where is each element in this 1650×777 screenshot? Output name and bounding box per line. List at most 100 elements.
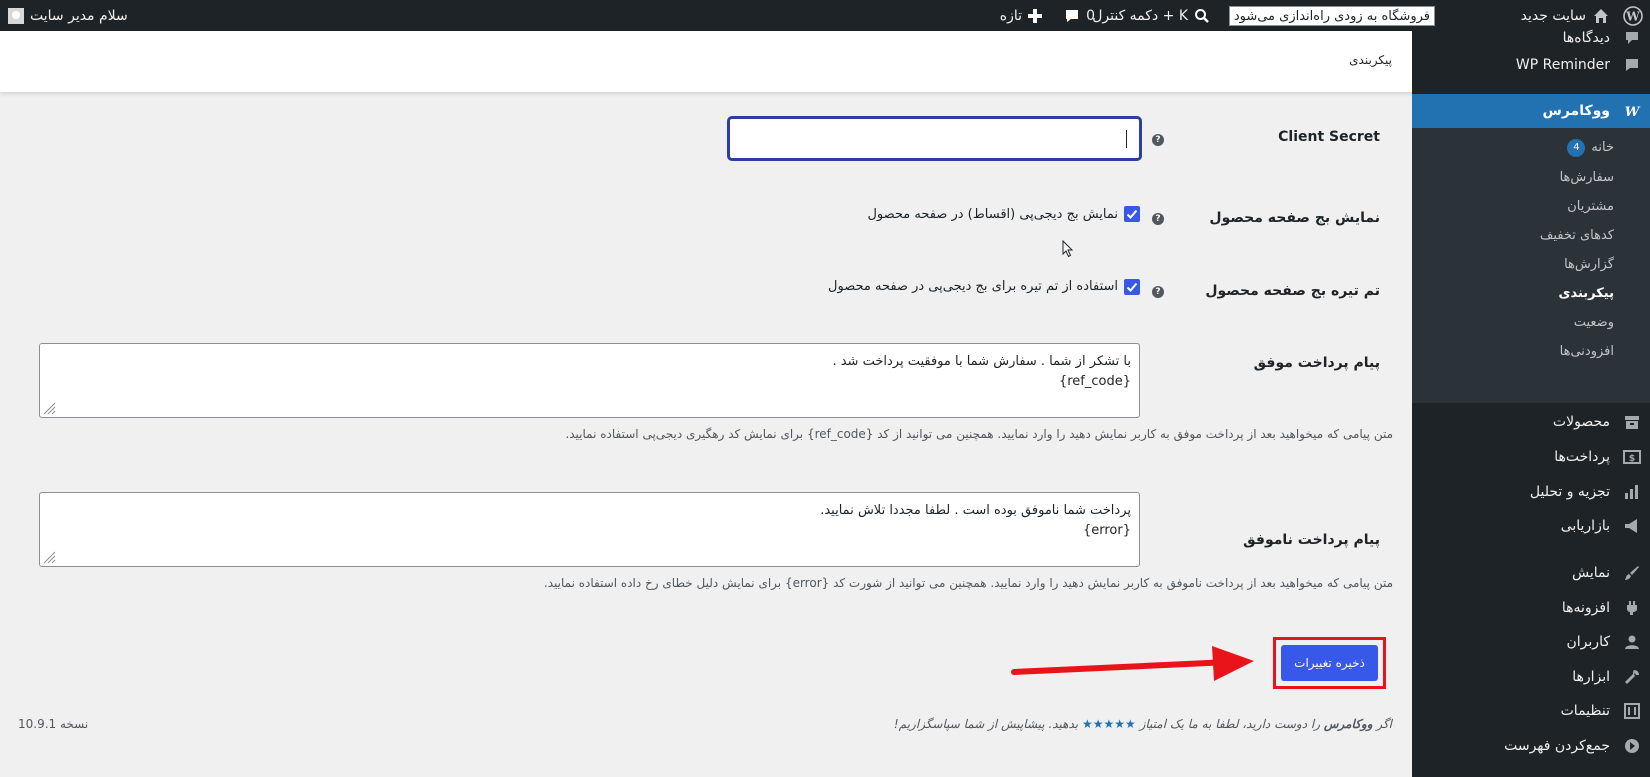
text-caret (1126, 130, 1127, 148)
submenu-extensions-label: افزودنی‌ها (1559, 344, 1614, 359)
sidebar-item-tools[interactable]: ابزارها (1412, 660, 1650, 694)
submenu-extensions[interactable]: افزودنی‌ها (1412, 337, 1650, 366)
submenu-orders[interactable]: سفارش‌ها (1412, 163, 1650, 192)
submenu-coupons[interactable]: کدهای تخفیف (1412, 221, 1650, 250)
my-account-link[interactable]: سلام مدیر سایت (8, 0, 128, 31)
sidebar-item-plugins[interactable]: افزونه‌ها (1412, 591, 1650, 625)
submenu-coupons-label: کدهای تخفیف (1539, 228, 1614, 243)
sidebar-item-products[interactable]: محصولات (1412, 405, 1650, 439)
submenu-customers-label: مشتریان (1567, 199, 1614, 214)
sidebar-item-settings[interactable]: تنظیمات (1412, 694, 1650, 728)
sidebar-item-analytics[interactable]: تجزیه و تحلیل (1412, 475, 1650, 509)
new-label: تازه (999, 7, 1022, 24)
reminder-icon (1614, 57, 1650, 73)
sidebar-label-collapse: جمع‌کردن فهرست (1504, 738, 1610, 754)
success-message-label: پیام پرداخت موفق (1253, 355, 1380, 371)
submenu-settings-label: پیکربندی (1558, 286, 1614, 301)
sidebar-item-payments[interactable]: $ پرداخت‌ها (1412, 440, 1650, 474)
check-icon (1126, 282, 1138, 292)
sidebar-item-users[interactable]: کاربران (1412, 625, 1650, 659)
sidebar-item-collapse[interactable]: جمع‌کردن فهرست (1412, 729, 1650, 763)
woocommerce-icon: W (1614, 104, 1650, 118)
collapse-icon (1614, 738, 1650, 754)
sidebar-label-products: محصولات (1552, 414, 1610, 430)
coming-soon-text: فروشگاه به زودی راه‌اندازی می‌شود (1228, 5, 1435, 26)
avatar (8, 7, 24, 24)
sidebar-label-marketing: بازاریابی (1560, 518, 1610, 534)
sidebar-label-users: کاربران (1566, 634, 1610, 650)
fail-message-line-1: پرداخت شما ناموفق بوده است . لطفا مجددا … (820, 503, 1131, 518)
save-button[interactable]: ذخیره تغییرات (1281, 645, 1378, 681)
dark-theme-checkbox-text: استفاده از تم تیره برای بج دیجی‌پی در صف… (828, 279, 1118, 294)
sidebar-label-analytics: تجزیه و تحلیل (1529, 484, 1610, 500)
wrench-icon (1614, 669, 1650, 685)
paintbrush-icon (1614, 565, 1650, 581)
new-content-link[interactable]: تازه (1000, 0, 1042, 31)
footer-rating-suffix: بدهید. پیشاپیش از شما سپاسگزاریم! (893, 717, 1079, 731)
money-icon: $ (1614, 449, 1650, 465)
sidebar-item-woocommerce[interactable]: W ووکامرس (1404, 94, 1650, 128)
comments-menu-icon (1614, 30, 1650, 46)
rating-stars-link[interactable]: ★★★★★ (1082, 717, 1136, 731)
footer-rating-mid: را دوست دارید، لطفا به ما یک امتیاز (1139, 717, 1321, 731)
greeting-text: سلام مدیر سایت (30, 7, 128, 24)
fail-message-textarea[interactable]: پرداخت شما ناموفق بوده است . لطفا مجددا … (39, 492, 1140, 567)
help-icon[interactable]: ? (1152, 286, 1164, 298)
success-message-textarea[interactable]: با تشکر از شما . سفارش شما با موفقیت پرد… (39, 343, 1140, 418)
sidebar-label-plugins: افزونه‌ها (1561, 600, 1610, 616)
badge-checkbox[interactable] (1124, 206, 1140, 222)
admin-sidebar: دیدگاه‌ها WP Reminder W ووکامرس خانه 4 س… (1404, 30, 1650, 777)
sidebar-label-tools: ابزارها (1572, 669, 1610, 685)
sidebar-label-settings: تنظیمات (1560, 703, 1610, 719)
footer-brand: ووکامرس (1323, 717, 1373, 731)
user-icon (1614, 634, 1650, 650)
comment-icon (1064, 8, 1080, 24)
sidebar-item-appearance[interactable]: نمایش (1412, 556, 1650, 590)
admin-bar: W سایت جدید فروشگاه به زودی راه‌اندازی م… (0, 0, 1650, 31)
page-header: پیکربندی (0, 31, 1412, 92)
sidebar-label-comments: دیدگاه‌ها (1562, 30, 1610, 46)
footer-version: نسخه 10.9.1 (18, 717, 89, 731)
command-palette-button[interactable]: دکمه کنترل + K (1092, 0, 1210, 31)
sidebar-label-appearance: نمایش (1571, 565, 1610, 581)
sidebar-item-wp-reminder[interactable]: WP Reminder (1412, 48, 1650, 82)
sidebar-item-marketing[interactable]: بازاریابی (1412, 509, 1650, 543)
submenu-reports-label: گزارش‌ها (1564, 257, 1614, 272)
sidebar-label-wp-reminder: WP Reminder (1515, 57, 1610, 73)
badge-checkbox-text: نمایش بج دیجی‌پی (اقساط) در صفحه محصول (867, 207, 1118, 222)
sidebar-label-payments: پرداخت‌ها (1554, 449, 1610, 465)
fail-message-line-2: {error} (1082, 523, 1131, 538)
submenu-reports[interactable]: گزارش‌ها (1412, 250, 1650, 279)
fail-message-label: پیام پرداخت ناموفق (1243, 532, 1380, 548)
success-message-line-1: با تشکر از شما . سفارش شما با موفقیت پرد… (832, 354, 1131, 369)
woocommerce-submenu: خانه 4 سفارش‌ها مشتریان کدهای تخفیف گزار… (1412, 128, 1650, 403)
badge-setting-label: نمایش بج صفحه محصول (1209, 210, 1380, 226)
archive-icon (1614, 414, 1650, 430)
plus-icon (1028, 8, 1042, 23)
resize-handle-icon[interactable] (42, 401, 56, 415)
svg-text:$: $ (1629, 454, 1635, 464)
footer-rating-prefix: اگر (1376, 717, 1392, 731)
check-icon (1126, 209, 1138, 219)
coming-soon-notice[interactable]: فروشگاه به زودی راه‌اندازی می‌شود (1228, 0, 1435, 31)
submenu-orders-label: سفارش‌ها (1559, 170, 1614, 185)
fail-message-description: متن پیامی که میخواهید بعد از پرداخت نامو… (543, 576, 1393, 590)
submenu-home[interactable]: خانه 4 (1412, 133, 1650, 162)
client-secret-input[interactable] (728, 117, 1141, 160)
comments-link[interactable]: 0 (1064, 0, 1095, 31)
dark-theme-setting-label: تم تیره بج صفحه محصول (1205, 283, 1380, 299)
dark-theme-checkbox[interactable] (1124, 279, 1140, 295)
breadcrumb: پیکربندی (1349, 53, 1392, 67)
resize-handle-icon[interactable] (42, 550, 56, 564)
submenu-customers[interactable]: مشتریان (1412, 192, 1650, 221)
comments-count: 0 (1086, 7, 1095, 24)
megaphone-icon (1614, 518, 1650, 534)
footer-rating-text: اگر ووکامرس را دوست دارید، لطفا به ما یک… (894, 717, 1392, 731)
success-message-line-2: {ref_code} (1058, 374, 1131, 389)
submenu-settings[interactable]: پیکربندی (1412, 279, 1650, 308)
help-icon[interactable]: ? (1152, 213, 1164, 225)
submenu-status-label: وضعیت (1573, 315, 1614, 330)
submenu-status[interactable]: وضعیت (1412, 308, 1650, 337)
home-count-badge: 4 (1567, 138, 1586, 157)
help-icon[interactable]: ? (1152, 134, 1164, 146)
